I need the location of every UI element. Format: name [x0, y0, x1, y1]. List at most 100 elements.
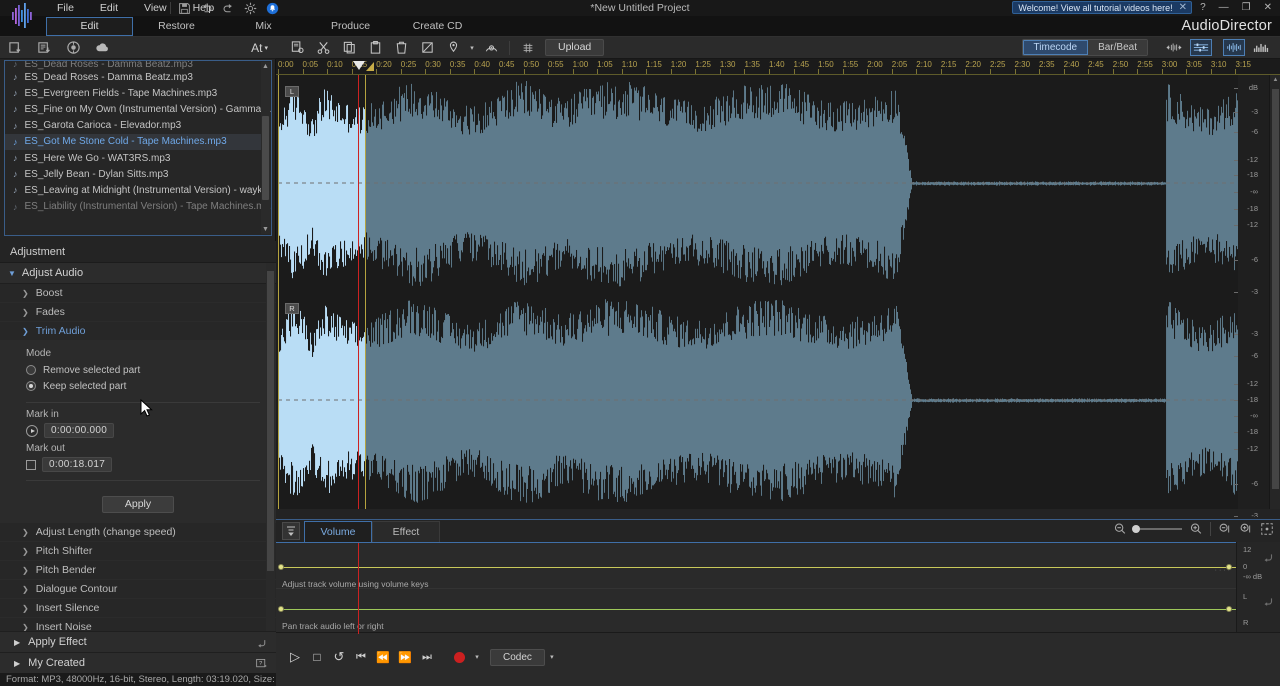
waveform-area[interactable]: L R dB -3 -6 -12 -18 -∞ -18 -12 -6 -3 -3 -6 -12 -18 -∞…: [276, 75, 1280, 517]
tab-volume[interactable]: Volume: [304, 521, 372, 542]
tab-edit[interactable]: Edit: [46, 17, 133, 36]
lane-playhead[interactable]: [358, 543, 359, 634]
chevron-down-icon[interactable]: ▾: [466, 38, 478, 58]
play-button[interactable]: ▷: [284, 647, 306, 667]
record-device-icon[interactable]: [66, 40, 81, 55]
pan-lane[interactable]: Pan track audio left or right: [276, 589, 1236, 634]
scrollbar-thumb[interactable]: [262, 116, 269, 200]
copy-icon[interactable]: [336, 38, 362, 58]
pan-envelope-point[interactable]: [1226, 606, 1232, 612]
tab-create-cd[interactable]: Create CD: [394, 17, 481, 36]
waveform-canvas[interactable]: [278, 75, 1238, 509]
menu-item-file[interactable]: File: [44, 0, 87, 16]
volume-envelope-line[interactable]: [280, 567, 1236, 568]
collapse-icon[interactable]: [282, 522, 300, 540]
menu-item-view[interactable]: View: [131, 0, 180, 16]
help-box-icon[interactable]: ?: [255, 657, 268, 670]
accordion-trim-audio[interactable]: ❯ Trim Audio: [0, 322, 276, 341]
selection-start-handle[interactable]: [278, 75, 279, 509]
list-item[interactable]: ♪ ES_Dead Roses - Damma Beatz.mp3: [5, 69, 261, 85]
grid-icon[interactable]: [515, 38, 541, 58]
notification-bell-icon[interactable]: [266, 2, 279, 15]
list-item[interactable]: ♪ ES_Liability (Instrumental Version) - T…: [5, 199, 271, 215]
record-options-chevron-icon[interactable]: ▾: [470, 647, 484, 667]
cut-icon[interactable]: [310, 38, 336, 58]
radio-circle[interactable]: [26, 365, 36, 375]
slider-knob[interactable]: [1132, 525, 1140, 533]
snapshot-icon[interactable]: [478, 38, 504, 58]
waveform-vertical-scrollbar[interactable]: ▲ ▼: [1269, 75, 1280, 517]
fit-to-window-icon[interactable]: [1260, 522, 1274, 536]
waveform-view-icon[interactable]: [1223, 39, 1245, 56]
timeline-ruler[interactable]: 0:00 0:05 0:10 0:15 0:20 0:25 0:30 0:35 0:40 0:45…: [276, 59, 1280, 75]
list-item[interactable]: ♪ ES_Leaving at Midnight (Instrumental Ve…: [5, 182, 271, 198]
mark-out-checkbox[interactable]: [26, 459, 36, 470]
tutorial-toast[interactable]: Welcome! View all tutorial videos here! …: [1012, 1, 1192, 14]
section-apply-effect[interactable]: ▶ Apply Effect: [0, 631, 276, 652]
section-my-created[interactable]: ▶ My Created ?: [0, 652, 276, 673]
scrollbar-thumb[interactable]: [1272, 89, 1279, 489]
reset-volume-icon[interactable]: [1261, 550, 1275, 564]
codec-chevron-icon[interactable]: ▾: [545, 647, 559, 667]
mixing-view-icon[interactable]: [1190, 39, 1212, 56]
list-item[interactable]: ♪ ES_Evergreen Fields - Tape Machines.mp3: [5, 85, 261, 101]
menu-item-edit[interactable]: Edit: [87, 0, 131, 16]
list-item[interactable]: ♪ ES_Jelly Bean - Dylan Sitts.mp3: [5, 166, 261, 182]
scroll-up-arrow-icon[interactable]: ▲: [262, 63, 269, 70]
scroll-up-arrow-icon[interactable]: ▲: [1272, 77, 1279, 83]
timebase-timecode[interactable]: Timecode: [1022, 40, 1089, 55]
undo-icon[interactable]: [200, 2, 213, 15]
apply-button[interactable]: Apply: [102, 496, 174, 513]
radio-keep-selected-part[interactable]: Keep selected part: [0, 378, 276, 394]
pan-envelope-line[interactable]: [280, 609, 1236, 610]
go-to-start-button[interactable]: ⏮: [350, 647, 372, 667]
import-media-icon[interactable]: [8, 40, 23, 55]
playhead[interactable]: [358, 75, 359, 509]
tab-effect[interactable]: Effect: [372, 521, 440, 542]
mark-out-value[interactable]: 0:00:18.017: [42, 457, 113, 472]
rewind-button[interactable]: ⏪: [372, 647, 394, 667]
selection-end-marker-icon[interactable]: [366, 62, 375, 71]
play-mark-in-icon[interactable]: [26, 424, 38, 437]
save-icon[interactable]: [178, 2, 191, 15]
close-button[interactable]: ✕: [1264, 0, 1272, 16]
paste-icon[interactable]: [362, 38, 388, 58]
redo-icon[interactable]: [222, 2, 235, 15]
accordion-adjust-length[interactable]: ❯ Adjust Length (change speed): [0, 523, 276, 542]
volume-envelope-point[interactable]: [278, 564, 284, 570]
spectrum-view-icon[interactable]: [1250, 39, 1272, 56]
delete-icon[interactable]: [388, 38, 414, 58]
text-tool-button[interactable]: At ▾: [251, 41, 268, 55]
toast-close-icon[interactable]: ✕: [1179, 2, 1187, 13]
new-region-icon[interactable]: [284, 38, 310, 58]
accordion-boost[interactable]: ❯ Boost: [0, 284, 276, 303]
tab-mix[interactable]: Mix: [220, 17, 307, 36]
scroll-down-arrow-icon[interactable]: ▼: [262, 226, 269, 233]
file-list-scrollbar[interactable]: ▲ ▼: [261, 62, 270, 234]
accordion-insert-silence[interactable]: ❯ Insert Silence: [0, 599, 276, 618]
zoom-slider[interactable]: [1132, 525, 1182, 533]
automation-lanes[interactable]: ···· Adjust track volume using volume ke…: [276, 542, 1280, 634]
stop-button[interactable]: □: [306, 647, 328, 667]
radio-circle-selected[interactable]: [26, 381, 36, 391]
loop-button[interactable]: ↺: [328, 647, 350, 667]
scrollbar-thumb[interactable]: [267, 271, 274, 571]
go-to-end-button[interactable]: ⏭: [416, 647, 438, 667]
marker-icon[interactable]: [440, 38, 466, 58]
radio-remove-selected-part[interactable]: Remove selected part: [0, 362, 276, 378]
help-button[interactable]: ?: [1200, 0, 1206, 16]
selection-end-handle[interactable]: [365, 75, 366, 509]
accordion-pitch-bender[interactable]: ❯ Pitch Bender: [0, 561, 276, 580]
zoom-in-horizontal-icon[interactable]: [1189, 522, 1203, 536]
list-item[interactable]: ♪ ES_Fine on My Own (Instrumental Version…: [5, 101, 271, 117]
list-item[interactable]: ♪ ES_Garota Carioca - Elevador.mp3: [5, 118, 261, 134]
playhead-marker-icon[interactable]: [353, 61, 366, 70]
file-list[interactable]: ♪ ES_Dead Roses - Damma Beatz.mp3 ♪ ES_Dea…: [4, 60, 272, 236]
import-playlist-icon[interactable]: [37, 40, 52, 55]
cloud-icon[interactable]: [95, 40, 110, 55]
section-adjust-audio[interactable]: ▼ Adjust Audio: [0, 263, 276, 284]
zoom-in-vertical-icon[interactable]: [1239, 522, 1253, 536]
list-item[interactable]: ♪ ES_Here We Go - WAT3RS.mp3: [5, 150, 261, 166]
record-button[interactable]: [448, 647, 470, 667]
accordion-dialogue-contour[interactable]: ❯ Dialogue Contour: [0, 580, 276, 599]
